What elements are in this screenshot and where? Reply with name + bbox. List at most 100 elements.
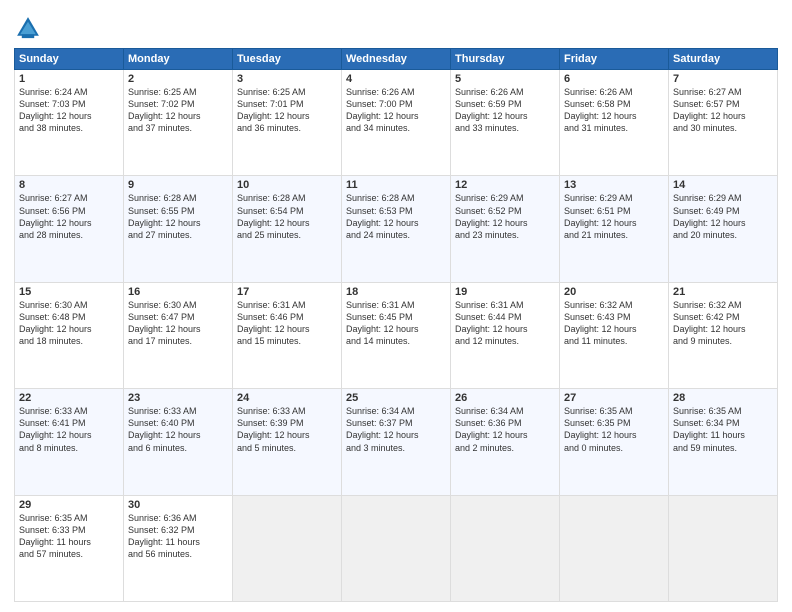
day-number: 9 — [128, 179, 228, 191]
calendar-cell: 15Sunrise: 6:30 AM Sunset: 6:48 PM Dayli… — [15, 282, 124, 388]
day-number: 23 — [128, 392, 228, 404]
weekday-header: Wednesday — [342, 49, 451, 70]
calendar-week-row: 29Sunrise: 6:35 AM Sunset: 6:33 PM Dayli… — [15, 495, 778, 601]
day-number: 6 — [564, 73, 664, 85]
day-info: Sunrise: 6:31 AM Sunset: 6:46 PM Dayligh… — [237, 299, 337, 348]
day-info: Sunrise: 6:33 AM Sunset: 6:41 PM Dayligh… — [19, 405, 119, 454]
calendar-cell: 16Sunrise: 6:30 AM Sunset: 6:47 PM Dayli… — [124, 282, 233, 388]
day-number: 17 — [237, 286, 337, 298]
day-number: 8 — [19, 179, 119, 191]
calendar-cell: 25Sunrise: 6:34 AM Sunset: 6:37 PM Dayli… — [342, 389, 451, 495]
day-info: Sunrise: 6:35 AM Sunset: 6:35 PM Dayligh… — [564, 405, 664, 454]
calendar-week-row: 22Sunrise: 6:33 AM Sunset: 6:41 PM Dayli… — [15, 389, 778, 495]
day-info: Sunrise: 6:28 AM Sunset: 6:54 PM Dayligh… — [237, 192, 337, 241]
calendar-cell: 19Sunrise: 6:31 AM Sunset: 6:44 PM Dayli… — [451, 282, 560, 388]
day-number: 20 — [564, 286, 664, 298]
calendar-body: 1Sunrise: 6:24 AM Sunset: 7:03 PM Daylig… — [15, 70, 778, 602]
calendar-cell: 1Sunrise: 6:24 AM Sunset: 7:03 PM Daylig… — [15, 70, 124, 176]
day-info: Sunrise: 6:33 AM Sunset: 6:40 PM Dayligh… — [128, 405, 228, 454]
day-number: 10 — [237, 179, 337, 191]
day-number: 25 — [346, 392, 446, 404]
day-info: Sunrise: 6:27 AM Sunset: 6:56 PM Dayligh… — [19, 192, 119, 241]
day-info: Sunrise: 6:29 AM Sunset: 6:49 PM Dayligh… — [673, 192, 773, 241]
calendar-table: SundayMondayTuesdayWednesdayThursdayFrid… — [14, 48, 778, 602]
day-number: 2 — [128, 73, 228, 85]
logo-icon — [14, 14, 42, 42]
calendar-cell: 24Sunrise: 6:33 AM Sunset: 6:39 PM Dayli… — [233, 389, 342, 495]
header — [14, 10, 778, 42]
day-info: Sunrise: 6:30 AM Sunset: 6:47 PM Dayligh… — [128, 299, 228, 348]
weekday-header: Saturday — [669, 49, 778, 70]
day-info: Sunrise: 6:26 AM Sunset: 7:00 PM Dayligh… — [346, 86, 446, 135]
day-number: 14 — [673, 179, 773, 191]
day-info: Sunrise: 6:24 AM Sunset: 7:03 PM Dayligh… — [19, 86, 119, 135]
calendar-week-row: 15Sunrise: 6:30 AM Sunset: 6:48 PM Dayli… — [15, 282, 778, 388]
day-info: Sunrise: 6:25 AM Sunset: 7:01 PM Dayligh… — [237, 86, 337, 135]
day-info: Sunrise: 6:32 AM Sunset: 6:42 PM Dayligh… — [673, 299, 773, 348]
day-info: Sunrise: 6:25 AM Sunset: 7:02 PM Dayligh… — [128, 86, 228, 135]
calendar-cell: 2Sunrise: 6:25 AM Sunset: 7:02 PM Daylig… — [124, 70, 233, 176]
day-number: 19 — [455, 286, 555, 298]
day-info: Sunrise: 6:28 AM Sunset: 6:55 PM Dayligh… — [128, 192, 228, 241]
day-number: 27 — [564, 392, 664, 404]
calendar-cell: 3Sunrise: 6:25 AM Sunset: 7:01 PM Daylig… — [233, 70, 342, 176]
calendar-cell: 20Sunrise: 6:32 AM Sunset: 6:43 PM Dayli… — [560, 282, 669, 388]
calendar-cell: 5Sunrise: 6:26 AM Sunset: 6:59 PM Daylig… — [451, 70, 560, 176]
day-info: Sunrise: 6:26 AM Sunset: 6:58 PM Dayligh… — [564, 86, 664, 135]
page: SundayMondayTuesdayWednesdayThursdayFrid… — [0, 0, 792, 612]
day-info: Sunrise: 6:28 AM Sunset: 6:53 PM Dayligh… — [346, 192, 446, 241]
calendar-week-row: 8Sunrise: 6:27 AM Sunset: 6:56 PM Daylig… — [15, 176, 778, 282]
calendar-cell — [669, 495, 778, 601]
day-number: 29 — [19, 499, 119, 511]
calendar-cell: 11Sunrise: 6:28 AM Sunset: 6:53 PM Dayli… — [342, 176, 451, 282]
weekday-header: Friday — [560, 49, 669, 70]
day-info: Sunrise: 6:26 AM Sunset: 6:59 PM Dayligh… — [455, 86, 555, 135]
calendar-cell — [560, 495, 669, 601]
day-number: 26 — [455, 392, 555, 404]
day-info: Sunrise: 6:32 AM Sunset: 6:43 PM Dayligh… — [564, 299, 664, 348]
calendar-cell: 8Sunrise: 6:27 AM Sunset: 6:56 PM Daylig… — [15, 176, 124, 282]
day-info: Sunrise: 6:27 AM Sunset: 6:57 PM Dayligh… — [673, 86, 773, 135]
calendar-cell — [342, 495, 451, 601]
calendar-cell: 17Sunrise: 6:31 AM Sunset: 6:46 PM Dayli… — [233, 282, 342, 388]
weekday-header: Sunday — [15, 49, 124, 70]
day-number: 7 — [673, 73, 773, 85]
calendar-cell: 23Sunrise: 6:33 AM Sunset: 6:40 PM Dayli… — [124, 389, 233, 495]
day-info: Sunrise: 6:31 AM Sunset: 6:44 PM Dayligh… — [455, 299, 555, 348]
calendar-cell — [451, 495, 560, 601]
day-number: 16 — [128, 286, 228, 298]
calendar-cell: 10Sunrise: 6:28 AM Sunset: 6:54 PM Dayli… — [233, 176, 342, 282]
day-number: 30 — [128, 499, 228, 511]
calendar-cell: 12Sunrise: 6:29 AM Sunset: 6:52 PM Dayli… — [451, 176, 560, 282]
day-info: Sunrise: 6:29 AM Sunset: 6:51 PM Dayligh… — [564, 192, 664, 241]
calendar-cell: 28Sunrise: 6:35 AM Sunset: 6:34 PM Dayli… — [669, 389, 778, 495]
calendar-cell: 6Sunrise: 6:26 AM Sunset: 6:58 PM Daylig… — [560, 70, 669, 176]
day-info: Sunrise: 6:30 AM Sunset: 6:48 PM Dayligh… — [19, 299, 119, 348]
day-number: 5 — [455, 73, 555, 85]
weekday-header-row: SundayMondayTuesdayWednesdayThursdayFrid… — [15, 49, 778, 70]
calendar-cell: 22Sunrise: 6:33 AM Sunset: 6:41 PM Dayli… — [15, 389, 124, 495]
day-number: 21 — [673, 286, 773, 298]
weekday-header: Thursday — [451, 49, 560, 70]
day-number: 28 — [673, 392, 773, 404]
calendar-cell: 18Sunrise: 6:31 AM Sunset: 6:45 PM Dayli… — [342, 282, 451, 388]
calendar-cell: 26Sunrise: 6:34 AM Sunset: 6:36 PM Dayli… — [451, 389, 560, 495]
calendar-week-row: 1Sunrise: 6:24 AM Sunset: 7:03 PM Daylig… — [15, 70, 778, 176]
day-number: 12 — [455, 179, 555, 191]
day-number: 13 — [564, 179, 664, 191]
day-number: 1 — [19, 73, 119, 85]
calendar-cell: 30Sunrise: 6:36 AM Sunset: 6:32 PM Dayli… — [124, 495, 233, 601]
day-number: 18 — [346, 286, 446, 298]
calendar-cell: 7Sunrise: 6:27 AM Sunset: 6:57 PM Daylig… — [669, 70, 778, 176]
calendar-cell: 21Sunrise: 6:32 AM Sunset: 6:42 PM Dayli… — [669, 282, 778, 388]
logo — [14, 14, 46, 42]
day-info: Sunrise: 6:34 AM Sunset: 6:36 PM Dayligh… — [455, 405, 555, 454]
day-number: 22 — [19, 392, 119, 404]
calendar-cell: 13Sunrise: 6:29 AM Sunset: 6:51 PM Dayli… — [560, 176, 669, 282]
day-info: Sunrise: 6:31 AM Sunset: 6:45 PM Dayligh… — [346, 299, 446, 348]
calendar-cell: 29Sunrise: 6:35 AM Sunset: 6:33 PM Dayli… — [15, 495, 124, 601]
calendar-cell: 4Sunrise: 6:26 AM Sunset: 7:00 PM Daylig… — [342, 70, 451, 176]
day-info: Sunrise: 6:33 AM Sunset: 6:39 PM Dayligh… — [237, 405, 337, 454]
day-number: 15 — [19, 286, 119, 298]
day-info: Sunrise: 6:34 AM Sunset: 6:37 PM Dayligh… — [346, 405, 446, 454]
